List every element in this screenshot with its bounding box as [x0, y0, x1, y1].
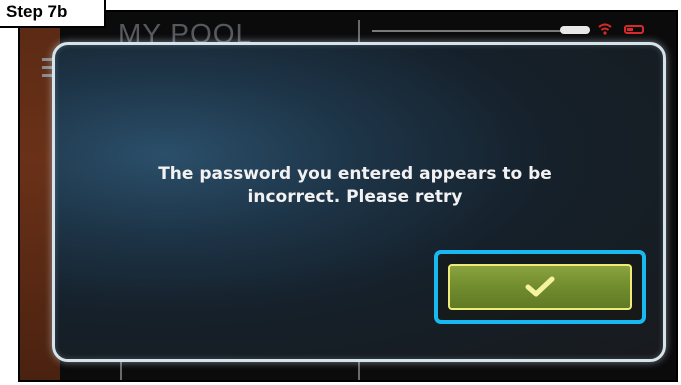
- battery-low-icon: [624, 25, 644, 34]
- background-slider-knob: [560, 26, 590, 34]
- step-label: Step 7b: [0, 0, 106, 28]
- background-slider-track: [372, 30, 572, 32]
- screenshot-frame: Step 7b MY POOL The password you entered…: [0, 0, 681, 385]
- wifi-alert-icon: [598, 22, 612, 40]
- device-screen: MY POOL The password you entered appears…: [18, 10, 678, 382]
- check-icon: [525, 276, 555, 297]
- error-message: The password you entered appears to be i…: [158, 164, 552, 207]
- confirm-button[interactable]: [448, 264, 632, 310]
